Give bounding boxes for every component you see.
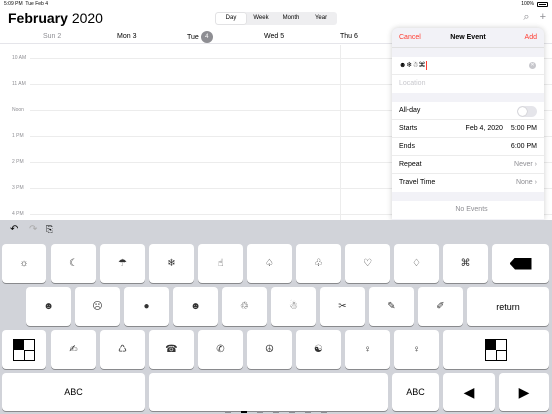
tab-week[interactable]: Week (246, 13, 276, 24)
new-event-popover: New Event Cancel Add ☻❄☃⌘ ✕ Location All-… (392, 28, 544, 220)
key[interactable]: ♢ (394, 244, 439, 283)
event-title-field[interactable]: ☻❄☃⌘ ✕ (392, 57, 544, 75)
allday-toggle[interactable] (517, 106, 537, 117)
space-key[interactable] (149, 373, 388, 411)
tab-month[interactable]: Month (276, 13, 306, 24)
time-group: All-day Starts Feb 4, 2020 5:00 PM Ends 6:0… (392, 102, 544, 192)
key[interactable]: ☝ (198, 244, 243, 283)
tab-day[interactable]: Day (216, 13, 246, 24)
cancel-button[interactable]: Cancel (399, 28, 421, 48)
arrow-left-key[interactable]: ◀ (443, 373, 495, 411)
no-events-label: No Events (455, 206, 488, 213)
key[interactable]: ✎ (369, 287, 414, 326)
key[interactable]: ♧ (296, 244, 341, 283)
abc-key-left[interactable]: ABC (2, 373, 145, 411)
key[interactable]: ☹ (75, 287, 120, 326)
day-thu[interactable]: Thu 6 (340, 33, 358, 40)
day-wed[interactable]: Wed 5 (264, 33, 284, 40)
shift-icon (485, 338, 507, 361)
keyboard: ↶ ↷ ⎘ ☼ ☾ ☂ ❄ ☝ ♤ ♧ ♡ ♢ ⌘ ☻ ☹ ● ☻ ♲ ☃ ✂ … (0, 220, 552, 414)
today-badge: 4 (200, 31, 213, 43)
key[interactable]: ✐ (418, 287, 463, 326)
location-field[interactable]: Location (392, 75, 544, 93)
page-title: February 2020 (8, 10, 103, 26)
delete-key[interactable] (492, 244, 549, 283)
key[interactable]: ♡ (345, 244, 390, 283)
key[interactable]: ☮ (247, 330, 292, 369)
abc-key-right[interactable]: ABC (392, 373, 439, 411)
page-dot-active (241, 411, 247, 413)
shift-key-right[interactable] (443, 330, 549, 369)
day-sun[interactable]: Sun 2 (43, 33, 61, 40)
text-cursor (425, 60, 427, 70)
page-dot (225, 411, 231, 413)
starts-row[interactable]: Starts Feb 4, 2020 5:00 PM (392, 120, 544, 138)
key[interactable]: ✆ (198, 330, 243, 369)
keyboard-toolbar: ↶ ↷ ⎘ (0, 220, 552, 240)
chevron-right-icon: › (534, 161, 537, 168)
shift-icon (13, 338, 35, 361)
search-icon[interactable]: ⌕ (523, 11, 529, 24)
arrow-right-key[interactable]: ▶ (499, 373, 549, 411)
key[interactable]: ♤ (247, 244, 292, 283)
day-tue[interactable]: Tue 4 (187, 31, 213, 43)
key[interactable]: ♀ (345, 330, 390, 369)
clear-icon[interactable]: ✕ (529, 62, 536, 69)
popover-header: New Event Cancel Add (392, 28, 544, 48)
day-mon[interactable]: Mon 3 (117, 33, 136, 40)
battery-icon (537, 1, 548, 7)
battery-percent: 100% (521, 1, 534, 7)
key[interactable]: ☎ (149, 330, 194, 369)
day-divider (340, 45, 341, 220)
page-indicator (208, 411, 344, 413)
title-location-group: ☻❄☃⌘ ✕ Location (392, 57, 544, 93)
key[interactable]: ☻ (173, 287, 218, 326)
key[interactable]: ☻ (26, 287, 71, 326)
key[interactable]: ☾ (51, 244, 96, 283)
add-button[interactable]: Add (525, 28, 537, 48)
delete-icon (509, 257, 532, 270)
tab-year[interactable]: Year (306, 13, 336, 24)
key[interactable]: ♀ (394, 330, 439, 369)
ends-row[interactable]: Ends 6:00 PM (392, 138, 544, 156)
key[interactable]: ☯ (296, 330, 341, 369)
undo-icon[interactable]: ↶ (10, 224, 18, 235)
key[interactable]: ☼ (2, 244, 46, 283)
page-dot (321, 411, 327, 413)
page-dot (257, 411, 263, 413)
status-right: 100% (521, 0, 548, 8)
status-bar: 5:09 PM Tue Feb 4 100% (0, 0, 552, 8)
key[interactable]: ⌘ (443, 244, 488, 283)
key[interactable]: ☂ (100, 244, 145, 283)
add-icon[interactable]: + (540, 11, 546, 24)
page-dot (289, 411, 295, 413)
allday-row: All-day (392, 102, 544, 120)
paste-icon[interactable]: ⎘ (46, 224, 53, 235)
key[interactable]: ✂ (320, 287, 365, 326)
key[interactable]: ❄ (149, 244, 194, 283)
key[interactable]: ☃ (271, 287, 316, 326)
page-dot (305, 411, 311, 413)
return-key[interactable]: return (467, 287, 549, 326)
calendar-group: No Events (392, 201, 544, 219)
travel-time-row[interactable]: Travel Time None › (392, 174, 544, 192)
status-time-date: 5:09 PM Tue Feb 4 (4, 1, 49, 7)
repeat-row[interactable]: Repeat Never › (392, 156, 544, 174)
key[interactable]: ♲ (222, 287, 267, 326)
view-segmented-control: Day Week Month Year (215, 12, 337, 25)
top-icons: ⌕ + (523, 11, 546, 24)
page-dot (273, 411, 279, 413)
key[interactable]: ● (124, 287, 169, 326)
key[interactable]: ♺ (100, 330, 145, 369)
key[interactable]: ✍ (51, 330, 96, 369)
shift-key[interactable] (2, 330, 46, 369)
redo-icon[interactable]: ↷ (29, 224, 37, 235)
chevron-right-icon: › (534, 179, 537, 186)
